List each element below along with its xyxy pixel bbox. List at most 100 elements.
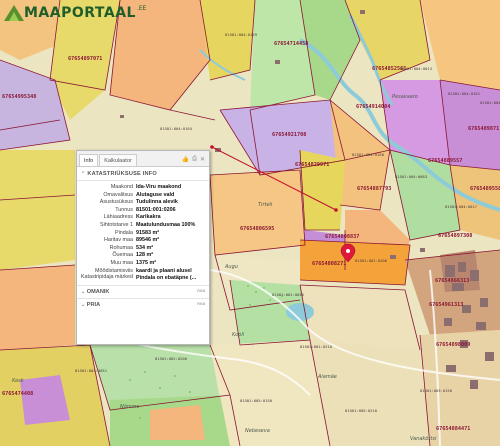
row-key: Katastripidaja märked: [80, 274, 133, 281]
logo-mark-icon: [4, 5, 24, 21]
row-key: Omavalitsus: [103, 191, 133, 198]
cadastral-map[interactable]: 67654714458 67654921708 67654914004 6765…: [0, 0, 500, 446]
svg-text:6765474408: 6765474408: [2, 391, 33, 397]
svg-text:67654866313: 67654866313: [435, 278, 469, 284]
info-row: Muu maa 1375 m²: [77, 260, 207, 268]
svg-text:81501:004:0160: 81501:004:0160: [352, 152, 385, 157]
svg-text:Nõmme: Nõmme: [120, 404, 140, 410]
open-link[interactable]: Ava: [197, 289, 205, 294]
section-pria[interactable]: ⌄ PRIA Ava: [77, 297, 209, 311]
row-value: 128 m²: [136, 252, 154, 259]
tab-info[interactable]: Info: [79, 154, 99, 166]
svg-text:67654889557: 67654889557: [428, 158, 462, 164]
svg-text:Tirteli: Tirteli: [258, 202, 273, 208]
row-value: Maatulundusmaa 100%: [136, 221, 196, 228]
cadastral-info-panel: Info Kalkulaator 👍 ⎙ ✕ ⌃ KATASTRIÜKSUSE …: [76, 150, 210, 345]
close-icon[interactable]: ✕: [200, 156, 205, 163]
svg-text:67654884471: 67654884471: [436, 426, 470, 432]
row-value[interactable]: Pindala on ebatäpne (...: [136, 275, 207, 283]
svg-text:81501:004:0083: 81501:004:0083: [395, 174, 427, 179]
info-row: Rohumaa 534 m²: [77, 245, 207, 253]
print-icon[interactable]: ⎙: [192, 156, 197, 163]
row-key: Haritav maa: [103, 237, 133, 244]
svg-text:81501:005:0210: 81501:005:0210: [345, 408, 378, 413]
svg-text:81501:004:0164: 81501:004:0164: [160, 126, 193, 131]
row-value: Tudulinna alevik: [136, 199, 178, 206]
svg-text:Kopli: Kopli: [232, 332, 245, 338]
info-row: Lähiaadress Karikakra: [77, 214, 207, 222]
info-rows: Maakond Ida-Viru maakond Omavalitsus Aluta…: [77, 181, 209, 285]
svg-text:81501:001:0210: 81501:001:0210: [300, 344, 333, 349]
section-cadastral-info[interactable]: ⌃ KATASTRIÜKSUSE INFO: [77, 167, 209, 181]
svg-text:Vanakõrtsi: Vanakõrtsi: [410, 436, 437, 442]
svg-text:81501:003:0150: 81501:003:0150: [420, 388, 453, 393]
open-link[interactable]: Ava: [197, 302, 205, 307]
section-label: PRIA: [86, 301, 101, 308]
svg-text:81501:004:0017: 81501:004:0017: [445, 204, 477, 209]
row-key: Muu maa: [110, 259, 133, 266]
svg-text:81501:004:0161: 81501:004:0161: [448, 91, 481, 96]
logo-text: MAAPORTAAL: [24, 5, 136, 21]
info-row: Haritav maa 89546 m²: [77, 237, 207, 245]
row-value: 89546 m²: [136, 237, 160, 244]
row-key: Sihtotstarve 1: [100, 221, 133, 228]
svg-text:81501:002:0206: 81501:002:0206: [155, 356, 188, 361]
svg-text:67654897308: 67654897308: [438, 233, 472, 239]
section-label: OMANIK: [86, 288, 110, 295]
info-row: Maakond Ida-Viru maakond: [77, 184, 207, 192]
row-value: Karikakra: [136, 214, 161, 221]
info-row: Sihtotstarve 1 Maatulundusmaa 100%: [77, 222, 207, 230]
row-value: 91583 m²: [136, 229, 160, 236]
panel-actions: 👍 ⎙ ✕: [182, 156, 209, 166]
maaportaal-logo[interactable]: MAAPORTAAL .EE: [4, 2, 146, 24]
tab-kalkulaator[interactable]: Kalkulaator: [99, 154, 137, 166]
svg-text:Augu: Augu: [224, 264, 238, 270]
svg-text:6765489871: 6765489871: [468, 126, 499, 132]
row-value: Ida-Viru maakond: [136, 184, 182, 190]
svg-text:81501:001:0016: 81501:001:0016: [272, 292, 305, 297]
row-value: 81501:001:0206: [136, 206, 176, 213]
svg-text:81501:004:0012: 81501:004:0012: [480, 100, 500, 105]
svg-text:67654961313: 67654961313: [429, 302, 463, 308]
svg-text:67654887793: 67654887793: [357, 186, 391, 192]
chevron-down-icon: ⌄: [81, 301, 86, 308]
svg-text:67654921708: 67654921708: [272, 132, 306, 138]
svg-text:81501:004:0013: 81501:004:0013: [400, 66, 432, 71]
svg-text:67654808837: 67654808837: [325, 234, 359, 240]
svg-text:6765489558: 6765489558: [470, 186, 500, 192]
section-title: KATASTRIÜKSUSE INFO: [87, 171, 157, 177]
info-row: Omavalitsus Alutaguse vald: [77, 192, 207, 200]
svg-text:67654995348: 67654995348: [2, 94, 36, 100]
row-value: 1375 m²: [136, 259, 157, 266]
row-key: Asustusüksus: [99, 199, 133, 206]
svg-text:Aiamäe: Aiamäe: [317, 374, 337, 380]
svg-text:67654914004: 67654914004: [356, 104, 390, 110]
svg-text:67654829971: 67654829971: [295, 162, 329, 168]
svg-text:81501:004:0159: 81501:004:0159: [225, 32, 258, 37]
svg-text:81501:005:0150: 81501:005:0150: [240, 398, 273, 403]
svg-text:67654806595: 67654806595: [240, 226, 274, 232]
info-row: Pindala 91583 m²: [77, 230, 207, 238]
chevron-down-icon: ⌄: [81, 288, 86, 295]
section-omanik[interactable]: ⌄ OMANIK Ava: [77, 284, 209, 298]
chevron-up-icon: ⌃: [81, 171, 86, 177]
row-value: 534 m²: [136, 244, 154, 251]
info-row: Tunnus 81501:001:0206: [77, 207, 207, 215]
info-row: Õuemaa 128 m²: [77, 252, 207, 260]
svg-text:Nebeseva: Nebeseva: [245, 428, 270, 434]
row-value: Alutaguse vald: [136, 191, 175, 198]
row-key: Tunnus: [115, 206, 133, 213]
row-key: Lähiaadress: [103, 214, 133, 221]
logo-suffix: .EE: [136, 5, 147, 12]
row-key: Õuemaa: [112, 252, 133, 259]
thumbs-icon[interactable]: 👍: [182, 156, 189, 163]
info-row: Katastripidaja märked Pindala on ebatäpne…: [77, 274, 207, 283]
row-key: Maakond: [110, 184, 133, 190]
info-row: Asustusüksus Tudulinna alevik: [77, 199, 207, 207]
svg-text:81501:001:0206: 81501:001:0206: [355, 258, 388, 263]
svg-text:81501:002:0051: 81501:002:0051: [75, 368, 108, 373]
svg-text:67654714458: 67654714458: [274, 41, 308, 47]
svg-text:67654897071: 67654897071: [68, 56, 102, 62]
svg-text:Pesavaaro: Pesavaaro: [392, 94, 418, 100]
row-key: Pindala: [115, 229, 133, 236]
